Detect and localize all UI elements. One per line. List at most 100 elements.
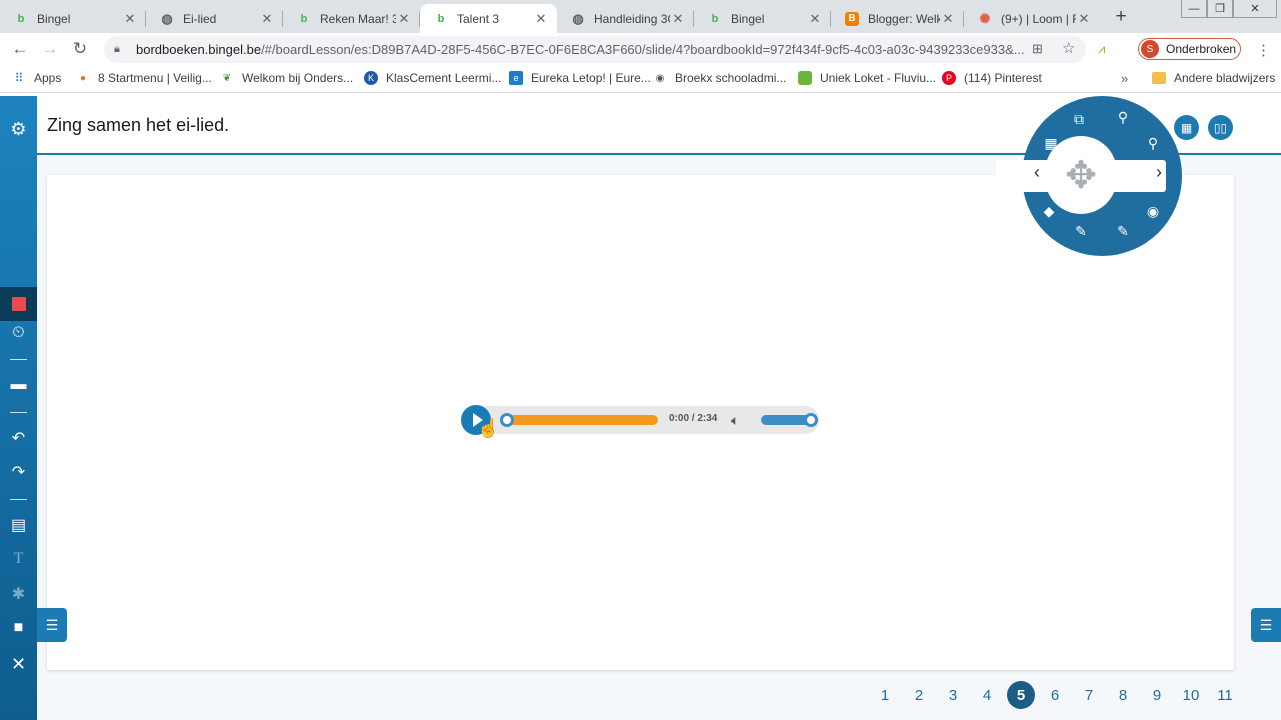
page-link-4[interactable]: 4: [970, 680, 1004, 710]
hamburger-icon: ☰: [1259, 616, 1273, 633]
globe-icon: ◍: [572, 10, 584, 26]
bookmarks-overflow-button[interactable]: »: [1121, 71, 1128, 86]
move-arrows-icon[interactable]: ✥: [1045, 136, 1117, 214]
tab-3-active[interactable]: b Talent 3 ✕: [420, 4, 557, 33]
tab-title: Reken Maar! 3: [320, 11, 396, 26]
book-icon[interactable]: ▯▯: [1208, 115, 1233, 140]
page-link-11[interactable]: 11: [1208, 680, 1242, 710]
minimize-button[interactable]: —: [1181, 0, 1207, 18]
bookmark-klascement[interactable]: K KlasCement Leermi...: [364, 71, 501, 85]
close-icon[interactable]: ✕: [1076, 11, 1092, 27]
more-menu-icon[interactable]: ⋮: [1256, 41, 1271, 59]
page-link-9[interactable]: 9: [1140, 680, 1174, 710]
back-button[interactable]: ←: [8, 37, 32, 61]
close-icon[interactable]: ✕: [122, 11, 138, 27]
tab-title: (9+) | Loom | Fr: [1001, 11, 1076, 26]
close-icon[interactable]: ✕: [259, 11, 275, 27]
bingel-icon: b: [711, 12, 719, 25]
klascement-icon: K: [364, 71, 378, 85]
new-tab-button[interactable]: +: [1110, 6, 1132, 28]
audio-progress-slider[interactable]: [500, 413, 658, 427]
reload-button[interactable]: ↻: [68, 37, 92, 61]
bookmark-pinterest[interactable]: P (114) Pinterest: [942, 71, 1042, 85]
bookmark-onderwijs[interactable]: ❦ Welkom bij Onders...: [220, 71, 353, 85]
zoom-reset-icon[interactable]: ◉: [1144, 202, 1162, 220]
document-icon[interactable]: ▤: [0, 512, 37, 538]
page-link-7[interactable]: 7: [1072, 680, 1106, 710]
tab-0[interactable]: b Bingel ✕: [0, 4, 146, 33]
tab-strip: b Bingel ✕ ◍ Ei-lied ✕ b Reken Maar! 3 ✕…: [0, 0, 1281, 33]
undo-icon[interactable]: ↶: [0, 425, 37, 451]
broekx-icon: ◉: [655, 72, 665, 84]
settings-gear-icon[interactable]: ⚙: [0, 116, 37, 142]
other-bookmarks[interactable]: Andere bladwijzers: [1152, 71, 1275, 85]
tab-4[interactable]: ◍ Handleiding 3C ✕: [557, 4, 694, 33]
audio-player: 0:00 / 2:34 🔈︎: [461, 405, 819, 435]
page-title: Zing samen het ei-lied.: [47, 115, 230, 135]
tab-6[interactable]: B Blogger: Welko ✕: [831, 4, 964, 33]
bookmark-uniek-loket[interactable]: Uniek Loket - Fluviu...: [798, 71, 936, 85]
eraser-icon[interactable]: ◆: [1040, 202, 1058, 220]
sitemap-icon[interactable]: ⧉: [1070, 110, 1088, 128]
bookmark-eureka[interactable]: e Eureka Letop! | Eure...: [509, 71, 651, 85]
bookmark-apps[interactable]: ⠿ Apps: [12, 71, 62, 85]
close-icon[interactable]: ✕: [533, 11, 549, 27]
address-bar[interactable]: 🔒︎ bordboeken.bingel.be/#/boardLesson/es…: [104, 36, 1086, 63]
pen-color-red[interactable]: [0, 287, 37, 321]
close-icon[interactable]: ✕: [807, 11, 823, 27]
tab-title: Bingel: [37, 11, 71, 26]
tab-1[interactable]: ◍ Ei-lied ✕: [146, 4, 283, 33]
left-drawer-handle[interactable]: ☰: [37, 608, 67, 642]
page-link-8[interactable]: 8: [1106, 680, 1140, 710]
chevron-left-icon[interactable]: ‹: [1034, 162, 1040, 183]
page-link-3[interactable]: 3: [936, 680, 970, 710]
bookmark-broekx[interactable]: ◉ Broekx schooladmi...: [653, 71, 787, 85]
browser-toolbar: ← → ↻ 🔒︎ bordboeken.bingel.be/#/boardLes…: [0, 33, 1281, 65]
close-icon[interactable]: ✕: [670, 11, 686, 27]
bookmark-star-icon[interactable]: ☆: [1062, 39, 1075, 57]
globe-icon: ◍: [161, 10, 173, 26]
bookmark-startmenu[interactable]: ● 8 Startmenu | Veilig...: [76, 71, 212, 85]
tab-2[interactable]: b Reken Maar! 3 ✕: [283, 4, 420, 33]
page-link-6[interactable]: 6: [1038, 680, 1072, 710]
text-tool-icon[interactable]: T: [0, 546, 37, 572]
volume-handle[interactable]: [804, 413, 818, 427]
timer-icon[interactable]: ⏲: [0, 320, 37, 346]
page-link-10[interactable]: 10: [1174, 680, 1208, 710]
right-drawer-handle[interactable]: ☰: [1251, 608, 1281, 642]
page-link-2[interactable]: 2: [902, 680, 936, 710]
white-square-icon[interactable]: ■: [0, 615, 37, 641]
progress-handle[interactable]: [500, 413, 514, 427]
marker-icon[interactable]: ✎: [1114, 222, 1132, 240]
loket-icon: [798, 71, 812, 85]
folder-icon[interactable]: ▬: [0, 372, 37, 398]
loom-icon: ✺: [979, 10, 991, 26]
zoom-out-icon[interactable]: ⚲: [1114, 108, 1132, 126]
pinterest-icon: P: [942, 71, 956, 85]
apps-grid-icon: ⠿: [14, 71, 24, 85]
window-close-button[interactable]: ✕: [1233, 0, 1277, 18]
pencil-icon[interactable]: ✎: [1072, 222, 1090, 240]
shapes-icon[interactable]: ✱: [0, 581, 37, 607]
close-icon[interactable]: ✕: [396, 11, 412, 27]
page-link-1[interactable]: 1: [868, 680, 902, 710]
tab-7[interactable]: ✺ (9+) | Loom | Fr ✕: [964, 4, 1100, 33]
volume-icon[interactable]: 🔈︎: [731, 412, 739, 429]
hamburger-icon: ☰: [45, 616, 59, 633]
close-icon[interactable]: ✕: [940, 11, 956, 27]
chevron-right-icon[interactable]: ›: [1156, 162, 1162, 183]
zoom-in-icon[interactable]: ⚲: [1144, 134, 1162, 152]
forward-button[interactable]: →: [38, 37, 62, 61]
url-text: bordboeken.bingel.be/#/boardLesson/es:D8…: [136, 42, 1024, 57]
profile-button[interactable]: S Onderbroken: [1138, 38, 1241, 60]
extension-icon[interactable]: ⩘: [1098, 41, 1105, 57]
page-link-5[interactable]: 5: [1004, 680, 1038, 710]
tab-title: Talent 3: [457, 11, 500, 26]
translate-icon[interactable]: ⊞: [1032, 41, 1043, 57]
grid-view-icon[interactable]: ▦: [1174, 115, 1199, 140]
restore-button[interactable]: ❐: [1207, 0, 1233, 18]
redo-icon[interactable]: ↷: [0, 459, 37, 485]
volume-slider[interactable]: [761, 413, 818, 427]
tab-5[interactable]: b Bingel ✕: [694, 4, 831, 33]
tools-icon[interactable]: ✕: [0, 651, 37, 677]
